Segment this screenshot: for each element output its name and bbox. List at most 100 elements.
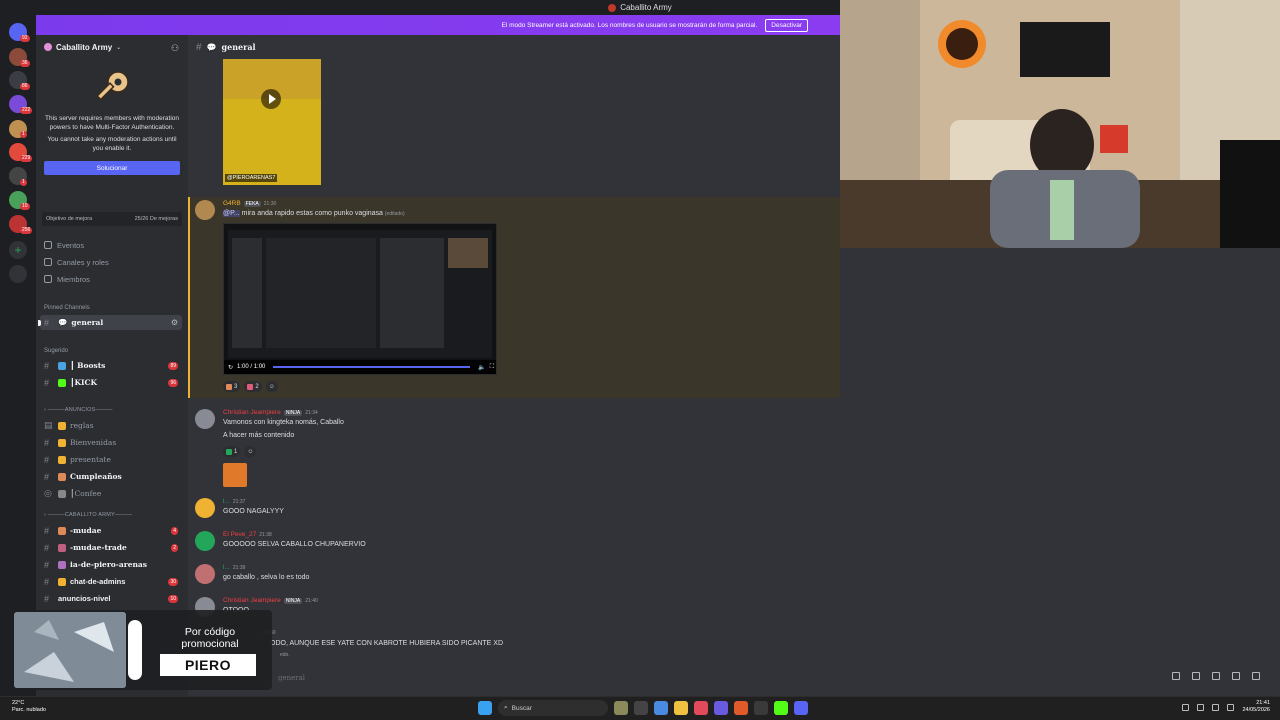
channel-confee[interactable]: ◎ ┃Confee <box>36 486 188 501</box>
add-reaction-button[interactable]: ☺ <box>244 446 257 457</box>
server-rail: 92 36 86 222 1 229 1 10 256 + <box>0 15 36 696</box>
reaction[interactable]: 2 <box>244 381 262 392</box>
calendar-icon <box>44 241 52 249</box>
user-tag: FEKA <box>243 200 261 207</box>
channel-mudae-trade[interactable]: # -mudae-trade 2 <box>36 540 188 555</box>
category-caballito-army[interactable]: › ———CABALLITO ARMY——— <box>44 512 132 518</box>
channel-kick[interactable]: # ┃KICK 96 <box>36 375 188 390</box>
add-member-icon[interactable]: ⚇ <box>171 43 180 53</box>
boost-goal[interactable]: Objetivo de mejora 25/26 De mejoras <box>42 212 182 226</box>
video-embed[interactable]: ↻ 1:00 / 1:00 🔈 ⛶ <box>223 223 497 375</box>
sticker-icon[interactable] <box>1212 672 1220 680</box>
username[interactable]: l... <box>223 564 230 571</box>
channel-boosts[interactable]: # ┃ Boosts 89 <box>36 358 188 373</box>
promo-code: PIERO <box>160 654 256 676</box>
video-attachment[interactable]: @PIEROARENAS7 <box>223 59 321 185</box>
reaction[interactable]: 3 <box>223 381 241 392</box>
volume-icon[interactable] <box>1212 703 1220 711</box>
discord-icon[interactable] <box>794 701 808 715</box>
avatar[interactable] <box>195 409 215 429</box>
hash-icon: # <box>44 377 50 388</box>
tray-icon[interactable] <box>1182 703 1190 711</box>
weather-widget[interactable]: 22°C Parc. nublado <box>12 700 46 714</box>
channel-chat-de-admins[interactable]: # chat-de-admins 30 <box>36 574 188 589</box>
taskbar-search[interactable]: ⌕ Buscar <box>498 700 608 716</box>
gift-icon[interactable] <box>1172 672 1180 680</box>
channel-anuncios-nivel[interactable]: # anuncios-nivel 10 <box>36 591 188 606</box>
category-label: CABALLITO ARMY <box>64 512 115 518</box>
nav-members[interactable]: Miembros <box>44 273 90 285</box>
fix-mfa-button[interactable]: Solucionar <box>44 161 180 175</box>
username[interactable]: Christian Jeampiere <box>223 409 281 416</box>
username[interactable]: l... <box>223 498 230 505</box>
channel-sidebar: Caballito Army ⌄ ⚇ This server requires … <box>36 35 188 696</box>
timestamp: 21:34 <box>305 409 318 416</box>
channel-mudae[interactable]: # -mudae 4 <box>36 523 188 538</box>
message-text: GOOOOO SELVA CABALLO CHUPANERVIO <box>223 541 366 548</box>
username[interactable]: Christian Jeampiere <box>223 597 281 604</box>
channel-bienvenidas[interactable]: # Bienvenidas <box>36 435 188 450</box>
channel-label: ┃ Boosts <box>70 361 106 370</box>
windows-start-icon[interactable] <box>478 701 492 715</box>
username[interactable]: G4RB <box>223 200 241 207</box>
avatar[interactable] <box>195 498 215 518</box>
weather-temp: 22°C <box>12 700 25 706</box>
widget-icon[interactable] <box>614 701 628 715</box>
network-icon[interactable] <box>1197 703 1205 711</box>
edge-icon[interactable] <box>654 701 668 715</box>
search-icon: ⌕ <box>504 704 508 711</box>
avatar[interactable] <box>195 564 215 584</box>
message-text: Vamonos con kingteka nomás, Caballo <box>223 419 344 426</box>
diamond-icon <box>58 361 66 370</box>
clock[interactable]: 21:41 24/05/2026 <box>1242 700 1270 714</box>
message-header: l... 21:37 <box>223 498 245 505</box>
chrome-icon[interactable] <box>754 701 768 715</box>
category-anuncios[interactable]: › ———ANUNCIOS——— <box>44 407 113 413</box>
message-text: A hacer más contenido <box>223 432 295 439</box>
app-icon[interactable] <box>694 701 708 715</box>
sticker-image[interactable] <box>223 463 247 487</box>
kick-icon[interactable] <box>774 701 788 715</box>
explore-icon[interactable] <box>9 265 27 283</box>
add-server-icon[interactable]: + <box>9 241 27 259</box>
task-view-icon[interactable] <box>634 701 648 715</box>
composer-tools <box>1172 672 1260 680</box>
mfa-notice: This server requires members with modera… <box>42 65 182 175</box>
video-frame <box>223 99 321 185</box>
disable-streamer-button[interactable]: Desactivar <box>765 18 808 32</box>
battery-icon[interactable] <box>1227 703 1235 711</box>
emoji-icon[interactable] <box>1232 672 1240 680</box>
robot-icon <box>58 560 66 569</box>
add-reaction-button[interactable]: ☺ <box>265 381 278 392</box>
channel-presentate[interactable]: # presentate <box>36 452 188 467</box>
play-icon[interactable] <box>261 89 281 109</box>
gif-icon[interactable] <box>1192 672 1200 680</box>
replay-icon[interactable]: ↻ <box>228 364 233 371</box>
fullscreen-icon[interactable]: ⛶ <box>490 364 494 371</box>
video-progress[interactable] <box>273 366 471 368</box>
volume-icon[interactable]: 🔈 <box>478 364 485 371</box>
settings-icon[interactable]: ⚙ <box>171 318 178 327</box>
apps-icon[interactable] <box>1252 672 1260 680</box>
brave-icon[interactable] <box>734 701 748 715</box>
channel-cumpleanos[interactable]: # Cumpleaños <box>36 469 188 484</box>
username[interactable]: El Peve_27 <box>223 531 256 538</box>
chat-area: # 💬 general @PIEROARENAS7 G4RB FEKA 21:3… <box>188 35 840 696</box>
mention[interactable]: @P... <box>223 210 240 217</box>
server-badge: 92 <box>20 35 30 42</box>
unread-badge: 89 <box>168 361 178 370</box>
folder-icon[interactable] <box>674 701 688 715</box>
webcam-feed <box>840 0 1280 248</box>
message-input[interactable]: general <box>272 670 828 686</box>
reaction[interactable]: 1 <box>223 446 241 457</box>
nav-channels-roles[interactable]: Canales y roles <box>44 256 109 268</box>
nav-events[interactable]: Eventos <box>44 239 84 251</box>
channel-reglas[interactable]: ▤ reglas <box>36 418 188 433</box>
channel-general[interactable]: # 💬 general ⚙ <box>38 315 182 330</box>
channel-label: general <box>71 318 104 327</box>
channel-ia-de-piero-arenas[interactable]: # ia-de-piero-arenas <box>36 557 188 572</box>
avatar[interactable] <box>195 531 215 551</box>
server-header[interactable]: Caballito Army ⌄ ⚇ <box>36 35 188 59</box>
avatar[interactable] <box>195 200 215 220</box>
teams-icon[interactable] <box>714 701 728 715</box>
